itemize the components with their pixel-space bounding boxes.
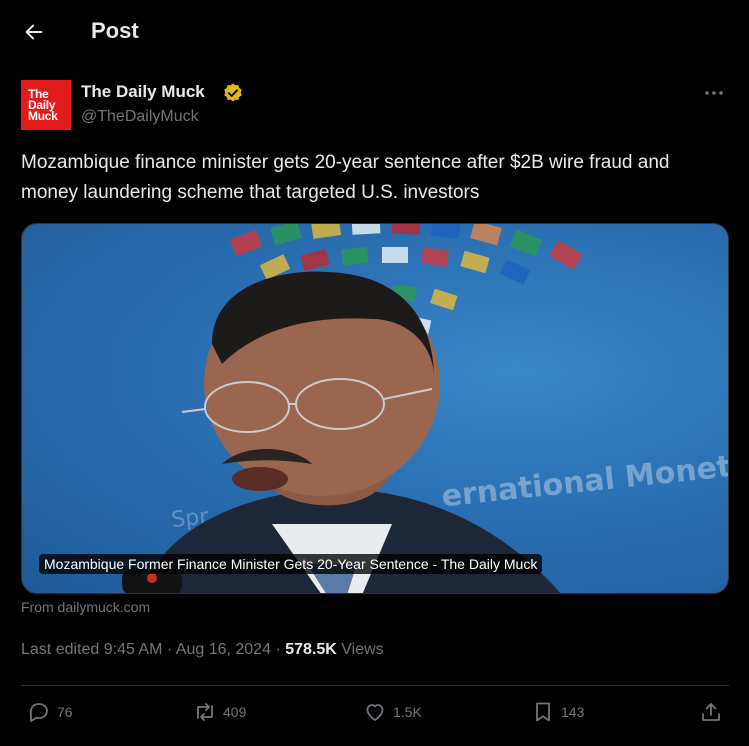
last-edited-link[interactable]: Last edited 9:45 AM xyxy=(21,641,162,658)
views-label: Views xyxy=(341,641,384,658)
bookmark-count: 143 xyxy=(561,704,585,720)
repost-button[interactable]: 409 xyxy=(193,700,246,724)
action-bar: 76 409 1.5K 143 xyxy=(21,686,729,744)
svg-text:ernational Monetary Fu: ernational Monetary Fu xyxy=(440,438,729,514)
heart-icon xyxy=(366,704,384,721)
meta-separator: · xyxy=(166,641,173,658)
like-count: 1.5K xyxy=(393,704,422,720)
verified-badge-icon[interactable] xyxy=(222,82,244,104)
reply-icon xyxy=(29,703,48,722)
post-header: Post xyxy=(0,0,749,64)
bookmark-icon xyxy=(536,702,550,722)
card-source-link[interactable]: From dailymuck.com xyxy=(21,599,150,615)
share-button[interactable] xyxy=(699,700,723,724)
news-photo: ernational Monetary Fu Spr xyxy=(122,271,729,593)
repost-count: 409 xyxy=(223,704,247,720)
post-meta: Last edited 9:45 AM · Aug 16, 2024 · 578… xyxy=(21,641,384,659)
post-date[interactable]: Aug 16, 2024 xyxy=(176,641,271,658)
logo-line-3: Muck xyxy=(28,108,58,123)
card-caption: Mozambique Former Finance Minister Gets … xyxy=(39,554,543,574)
back-button[interactable] xyxy=(14,12,54,52)
post-text: Mozambique finance minister gets 20-year… xyxy=(21,152,670,203)
link-card-image[interactable]: ernational Monetary Fu Spr Mozambique Fo… xyxy=(21,223,729,594)
bookmark-button[interactable]: 143 xyxy=(531,700,584,724)
reply-count: 76 xyxy=(57,704,73,720)
reply-button[interactable]: 76 xyxy=(27,700,73,724)
post-author: The Daily Muck The Daily Muck @TheDailyM… xyxy=(21,80,731,132)
more-options-button[interactable] xyxy=(699,82,729,104)
views-count: 578.5K xyxy=(285,641,337,658)
more-horizontal-icon xyxy=(705,91,723,95)
author-handle[interactable]: @TheDailyMuck xyxy=(81,108,199,126)
repost-icon xyxy=(197,703,213,721)
share-icon xyxy=(702,703,720,721)
author-avatar[interactable]: The Daily Muck xyxy=(21,80,71,130)
author-name[interactable]: The Daily Muck xyxy=(81,82,205,102)
arrow-left-icon xyxy=(25,24,43,40)
meta-separator: · xyxy=(275,641,281,658)
like-button[interactable]: 1.5K xyxy=(363,700,422,724)
page-title: Post xyxy=(91,18,139,43)
